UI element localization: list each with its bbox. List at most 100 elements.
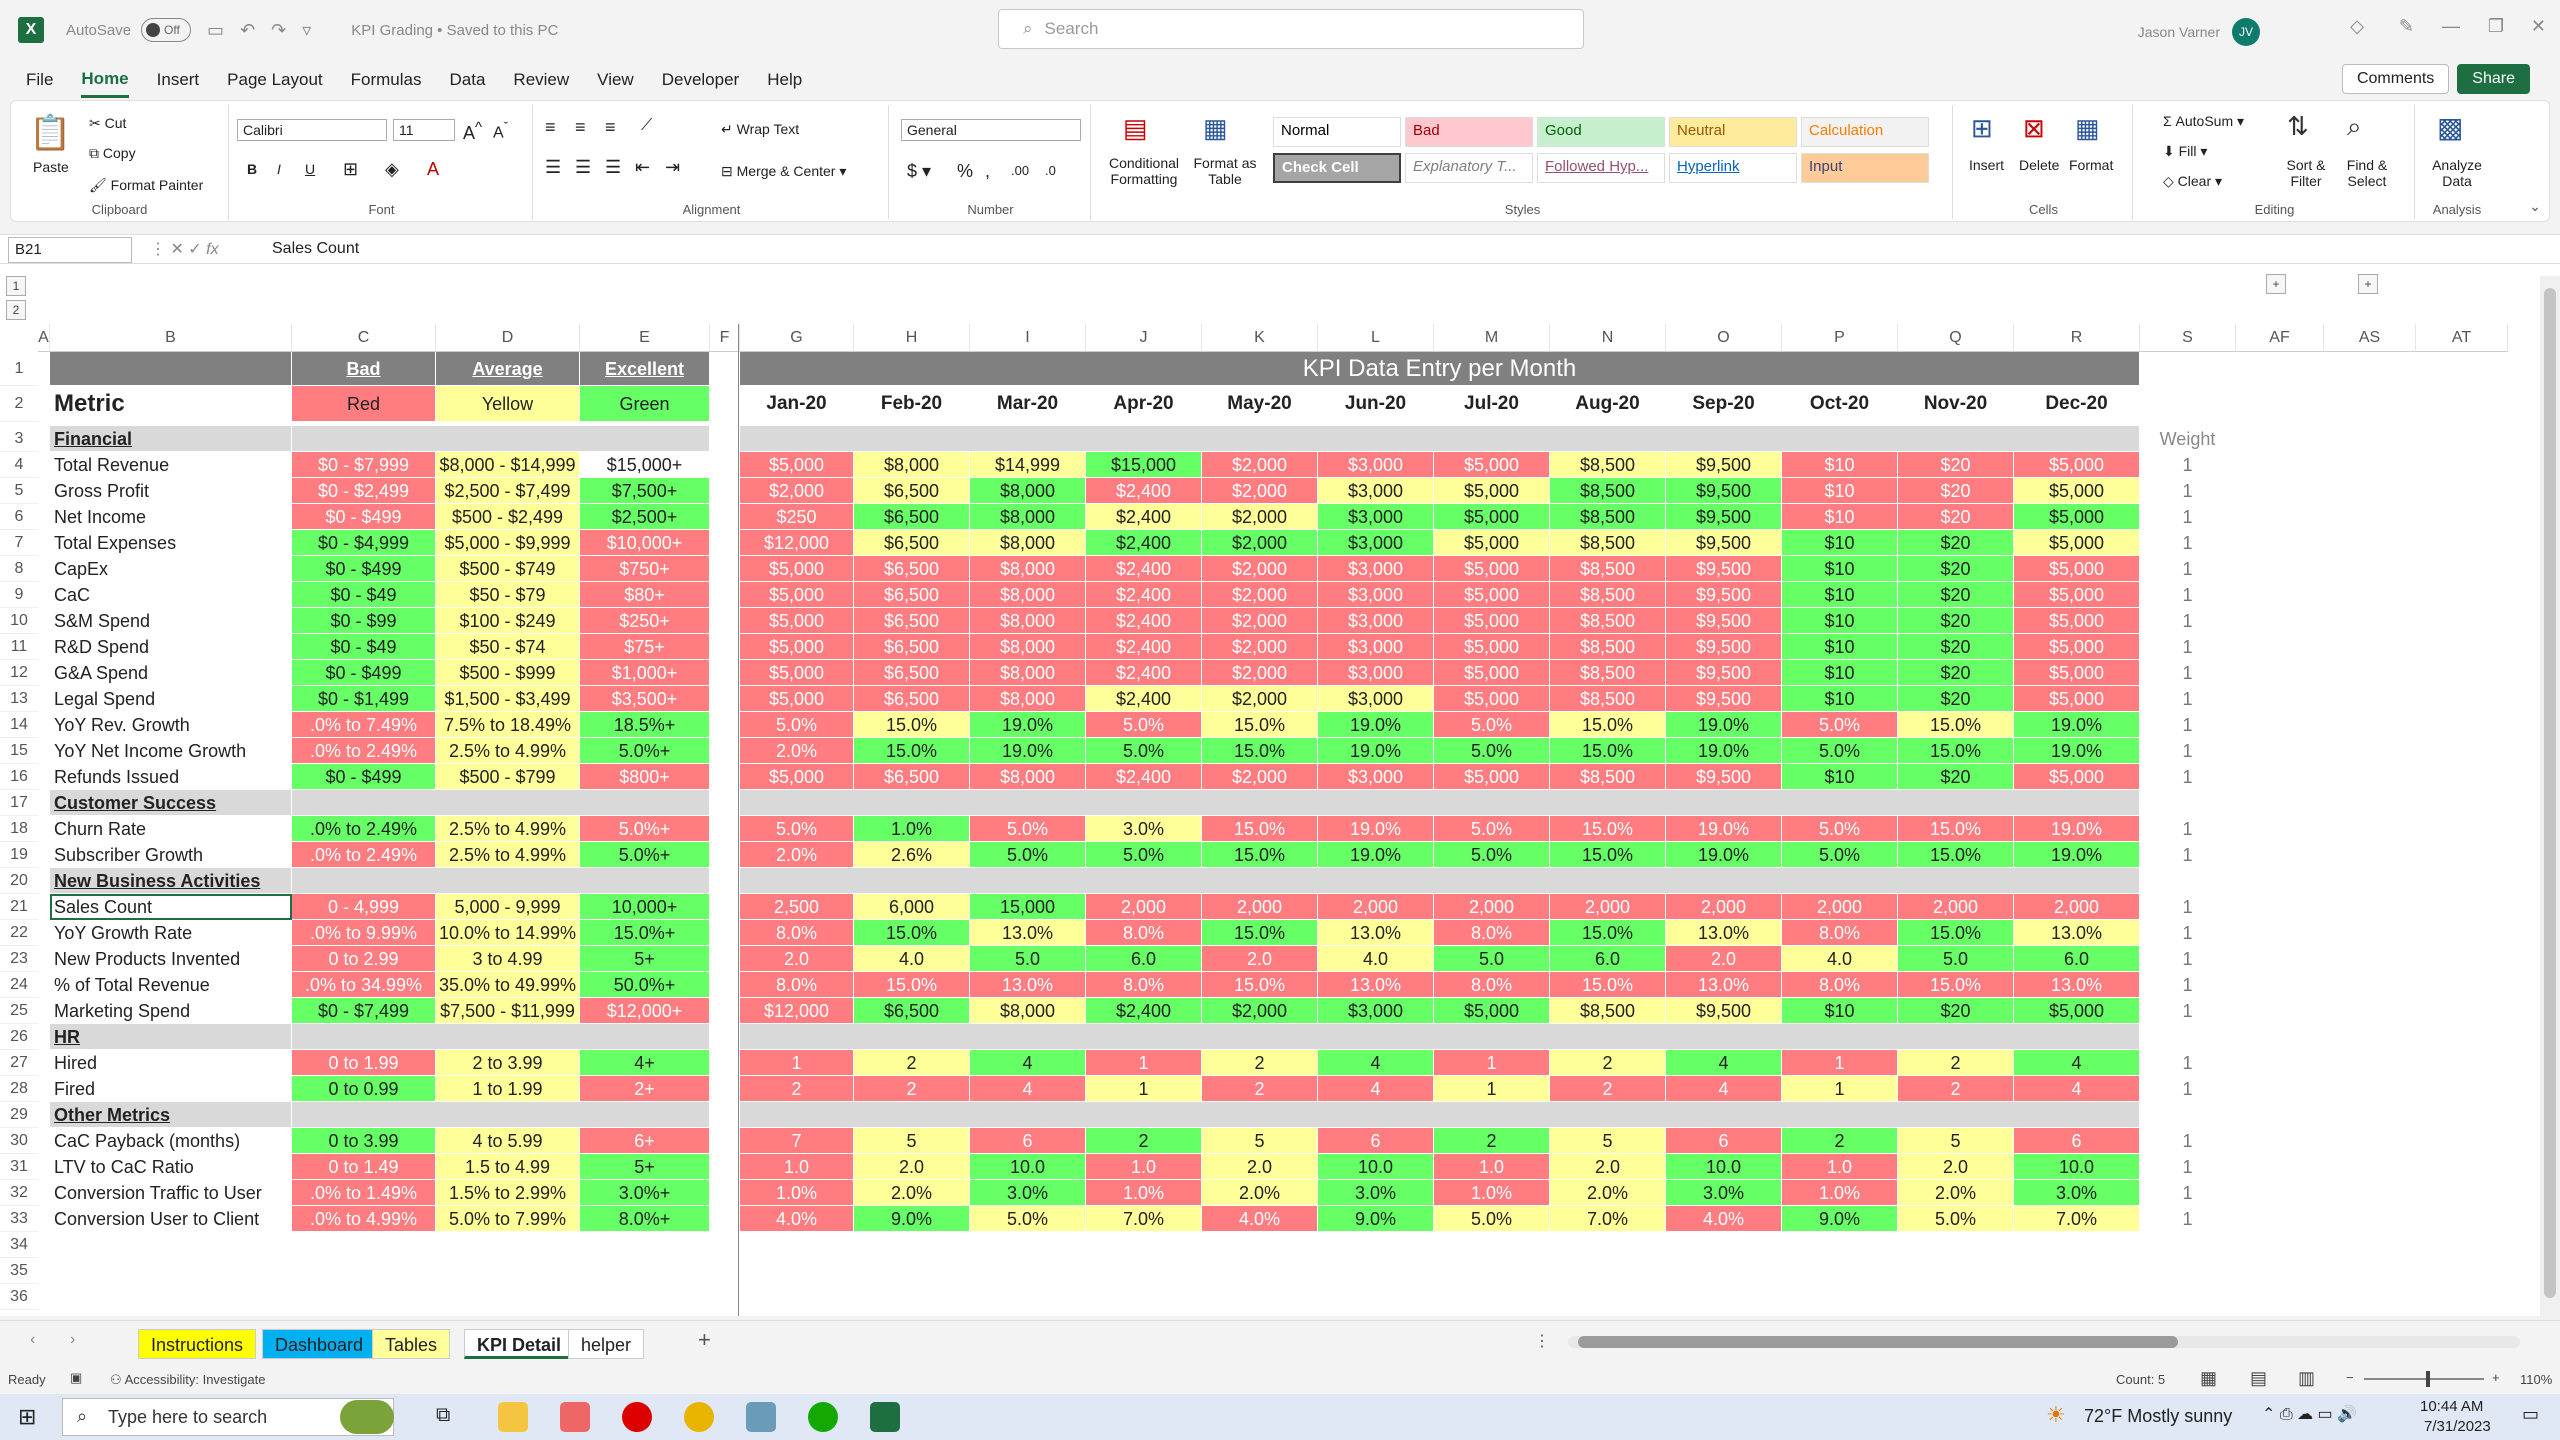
currency-icon[interactable]: $ ▾ <box>907 161 931 182</box>
row-header[interactable]: 15 <box>0 738 38 764</box>
excellent-header[interactable]: Excellent <box>580 352 710 386</box>
paste-button[interactable]: Paste <box>33 159 69 175</box>
kpi-value[interactable]: $5,000 <box>1434 634 1550 660</box>
kpi-value[interactable]: 2.0 <box>1202 1154 1318 1180</box>
clear-button[interactable]: ◇ Clear ▾ <box>2163 173 2222 190</box>
kpi-value[interactable]: $10 <box>1782 634 1898 660</box>
kpi-value[interactable]: 15.0% <box>1550 738 1666 764</box>
threshold-cell[interactable]: $7,500+ <box>580 478 710 504</box>
threshold-cell[interactable]: $5,000 - $9,999 <box>436 530 580 556</box>
kpi-value[interactable]: $6,500 <box>854 556 970 582</box>
metric-name[interactable]: CapEx <box>50 556 292 582</box>
kpi-value[interactable]: $10 <box>1782 764 1898 790</box>
pen-icon[interactable]: ✎ <box>2399 16 2414 37</box>
kpi-value[interactable]: 10.0 <box>1318 1154 1434 1180</box>
threshold-cell[interactable]: $0 - $499 <box>292 660 436 686</box>
sheet-tab-dashboard[interactable]: Dashboard <box>262 1329 377 1359</box>
tab-prev-icon[interactable]: ‹ <box>30 1331 35 1349</box>
threshold-cell[interactable]: $50 - $79 <box>436 582 580 608</box>
kpi-value[interactable]: 5.0% <box>1782 842 1898 868</box>
kpi-value[interactable]: 5.0% <box>740 816 854 842</box>
outline-level-2[interactable]: 2 <box>6 300 26 320</box>
kpi-value[interactable]: 19.0% <box>1318 738 1434 764</box>
column-header-N[interactable]: N <box>1550 324 1666 352</box>
kpi-value[interactable]: $9,500 <box>1666 582 1782 608</box>
kpi-value[interactable]: 8.0% <box>740 972 854 998</box>
sheet-tab-helper[interactable]: helper <box>568 1329 645 1359</box>
metric-name[interactable]: YoY Growth Rate <box>50 920 292 946</box>
kpi-value[interactable]: 2,000 <box>1898 894 2014 920</box>
zoom-thumb[interactable] <box>2426 1371 2430 1387</box>
kpi-value[interactable]: 15.0% <box>854 712 970 738</box>
threshold-cell[interactable]: $0 - $1,499 <box>292 686 436 712</box>
threshold-cell[interactable]: $500 - $2,499 <box>436 504 580 530</box>
kpi-value[interactable]: $2,000 <box>1202 686 1318 712</box>
threshold-cell[interactable]: $50 - $74 <box>436 634 580 660</box>
kpi-value[interactable]: $5,000 <box>740 452 854 478</box>
kpi-value[interactable]: $8,000 <box>970 998 1086 1024</box>
threshold-cell[interactable]: $250+ <box>580 608 710 634</box>
metric-name[interactable]: CaC <box>50 582 292 608</box>
kpi-value[interactable]: 15.0% <box>1898 920 2014 946</box>
kpi-value[interactable]: 7.0% <box>2014 1206 2140 1232</box>
month-header[interactable]: Nov-20 <box>1898 386 2014 422</box>
weight-value[interactable]: 1 <box>2140 842 2236 868</box>
kpi-value[interactable]: $2,000 <box>1202 998 1318 1024</box>
kpi-value[interactable]: 15.0% <box>1898 972 2014 998</box>
kpi-value[interactable]: 10.0 <box>2014 1154 2140 1180</box>
kpi-value[interactable]: 1 <box>740 1050 854 1076</box>
row-header[interactable]: 35 <box>0 1258 38 1284</box>
green-label[interactable]: Green <box>580 386 710 422</box>
kpi-value[interactable]: $5,000 <box>2014 764 2140 790</box>
threshold-cell[interactable]: .0% to 2.49% <box>292 816 436 842</box>
kpi-value[interactable]: $5,000 <box>740 582 854 608</box>
kpi-value[interactable]: 5.0% <box>1782 738 1898 764</box>
threshold-cell[interactable]: $0 - $99 <box>292 608 436 634</box>
kpi-value[interactable]: $15,000 <box>1086 452 1202 478</box>
kpi-value[interactable]: 6 <box>970 1128 1086 1154</box>
menu-view[interactable]: View <box>597 64 634 96</box>
weight-value[interactable]: 1 <box>2140 1076 2236 1102</box>
insert-button[interactable]: Insert <box>1969 157 2004 173</box>
kpi-value[interactable]: $3,000 <box>1318 504 1434 530</box>
row-header[interactable]: 19 <box>0 842 38 868</box>
kpi-value[interactable]: 13.0% <box>1318 920 1434 946</box>
kpi-value[interactable]: $8,000 <box>970 608 1086 634</box>
kpi-value[interactable]: 2 <box>854 1050 970 1076</box>
kpi-value[interactable]: 3.0% <box>2014 1180 2140 1206</box>
kpi-value[interactable]: 4.0 <box>854 946 970 972</box>
cell-style-check-cell[interactable]: Check Cell <box>1273 153 1401 183</box>
threshold-cell[interactable]: $80+ <box>580 582 710 608</box>
kpi-value[interactable]: $8,500 <box>1550 634 1666 660</box>
kpi-value[interactable]: $9,500 <box>1666 634 1782 660</box>
kpi-value[interactable]: 4 <box>1318 1050 1434 1076</box>
kpi-value[interactable]: 2.0 <box>1550 1154 1666 1180</box>
format-painter-button[interactable]: 🖌 Format Painter <box>89 177 203 194</box>
row-header[interactable]: 8 <box>0 556 38 582</box>
increase-decimal-icon[interactable]: .00 <box>1011 163 1029 178</box>
upwork-icon[interactable] <box>808 1402 838 1432</box>
threshold-cell[interactable]: 5.0%+ <box>580 816 710 842</box>
document-title[interactable]: KPI Grading • Saved to this PC <box>351 22 558 39</box>
kpi-value[interactable]: 4 <box>2014 1050 2140 1076</box>
section-band[interactable] <box>740 868 2140 894</box>
kpi-value[interactable]: 5.0 <box>1898 946 2014 972</box>
threshold-cell[interactable]: 3.0%+ <box>580 1180 710 1206</box>
column-header-R[interactable]: R <box>2014 324 2140 352</box>
kpi-value[interactable]: 4 <box>2014 1076 2140 1102</box>
column-header-S[interactable]: S <box>2140 324 2236 352</box>
decrease-indent-icon[interactable]: ⇤ <box>635 157 650 178</box>
threshold-cell[interactable]: 0 to 1.49 <box>292 1154 436 1180</box>
kpi-value[interactable]: $2,400 <box>1086 686 1202 712</box>
kpi-value[interactable]: 2,000 <box>1434 894 1550 920</box>
kpi-value[interactable]: 19.0% <box>2014 816 2140 842</box>
metric-name[interactable]: Hired <box>50 1050 292 1076</box>
month-header[interactable]: Sep-20 <box>1666 386 1782 422</box>
threshold-cell[interactable]: .0% to 1.49% <box>292 1180 436 1206</box>
tab-next-icon[interactable]: › <box>70 1331 75 1349</box>
row-header[interactable]: 21 <box>0 894 38 920</box>
conditional-formatting-button[interactable]: Conditional Formatting <box>1099 155 1189 187</box>
column-header-K[interactable]: K <box>1202 324 1318 352</box>
threshold-cell[interactable]: 15.0%+ <box>580 920 710 946</box>
kpi-value[interactable]: 9.0% <box>854 1206 970 1232</box>
